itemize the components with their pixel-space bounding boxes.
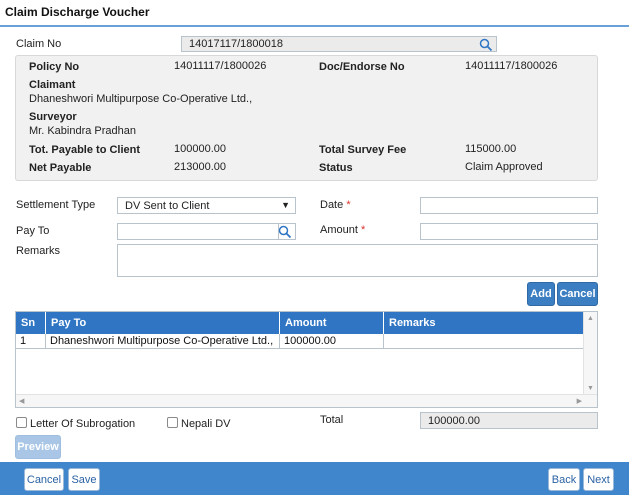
settlement-type-label: Settlement Type xyxy=(16,199,96,211)
claimant-value: Dhaneshwori Multipurpose Co-Operative Lt… xyxy=(29,93,253,105)
surveyor-label: Surveyor xyxy=(29,111,77,123)
total-value: 100000.00 xyxy=(428,415,480,427)
save-button[interactable]: Save xyxy=(68,468,100,491)
scroll-left-icon[interactable]: ◀ xyxy=(19,397,24,405)
search-icon[interactable] xyxy=(479,38,493,52)
settlement-type-select[interactable]: DV Sent to Client ▼ xyxy=(117,197,296,214)
nepali-dv-label: Nepali DV xyxy=(181,418,231,430)
scroll-up-icon[interactable]: ▲ xyxy=(587,315,594,322)
doc-endorse-label: Doc/Endorse No xyxy=(319,61,405,73)
amount-required-mark: * xyxy=(360,224,366,236)
letter-of-subrogation-checkbox[interactable] xyxy=(16,417,27,428)
scroll-right-icon[interactable]: ▶ xyxy=(577,397,582,405)
pay-to-search-icon[interactable] xyxy=(278,225,292,239)
amount-input[interactable] xyxy=(420,223,598,240)
grid-header-amount[interactable]: Amount xyxy=(280,312,384,334)
settlement-type-value: DV Sent to Client xyxy=(125,200,210,212)
cancel-entry-button[interactable]: Cancel xyxy=(557,282,598,306)
grid-header-pay-to[interactable]: Pay To xyxy=(46,312,280,334)
tot-payable-label: Tot. Payable to Client xyxy=(29,144,141,156)
grid-cell-sn[interactable]: 1 xyxy=(16,334,46,349)
total-survey-fee-label: Total Survey Fee xyxy=(319,144,407,156)
amount-label-text: Amount xyxy=(320,224,358,236)
grid-header-remarks[interactable]: Remarks xyxy=(384,312,585,334)
total-survey-fee-value: 115000.00 xyxy=(465,143,517,155)
grid-header-sn[interactable]: Sn xyxy=(16,312,46,334)
policy-no-value: 14011117/1800026 xyxy=(174,60,267,72)
date-input[interactable] xyxy=(420,197,598,214)
scroll-down-icon[interactable]: ▼ xyxy=(587,385,594,392)
grid-horizontal-scrollbar[interactable]: ◀ ▶ xyxy=(16,394,597,407)
date-required-mark: * xyxy=(346,199,351,211)
status-value: Claim Approved xyxy=(465,161,543,173)
date-label-text: Date xyxy=(320,199,344,211)
remarks-textarea[interactable] xyxy=(117,244,598,277)
nepali-dv-checkbox[interactable] xyxy=(167,417,178,428)
total-label: Total xyxy=(320,414,344,426)
date-label: Date * xyxy=(320,199,351,211)
preview-button[interactable]: Preview xyxy=(15,435,61,459)
surveyor-value: Mr. Kabindra Pradhan xyxy=(29,125,137,137)
add-button[interactable]: Add xyxy=(527,282,555,306)
pay-to-label: Pay To xyxy=(16,225,50,237)
grid-cell-remarks[interactable] xyxy=(384,334,585,349)
footer-cancel-button[interactable]: Cancel xyxy=(24,468,64,491)
remarks-label: Remarks xyxy=(16,245,61,257)
pay-to-input[interactable] xyxy=(117,223,296,240)
doc-endorse-value: 14011117/1800026 xyxy=(465,60,558,72)
claim-no-field[interactable]: 14017117/1800018 xyxy=(181,36,497,52)
tot-payable-value: 100000.00 xyxy=(174,143,226,155)
claim-no-label: Claim No xyxy=(16,38,62,50)
payee-grid: Sn Pay To Amount Remarks 1 Dhaneshwori M… xyxy=(15,311,598,408)
grid-cell-pay-to[interactable]: Dhaneshwori Multipurpose Co-Operative Lt… xyxy=(46,334,280,349)
net-payable-label: Net Payable xyxy=(29,162,92,174)
triangle-down-icon: ▼ xyxy=(281,200,290,210)
grid-vertical-scrollbar[interactable]: ▲ ▼ xyxy=(583,312,597,395)
letter-of-subrogation-label: Letter Of Subrogation xyxy=(30,418,136,430)
grid-cell-amount[interactable]: 100000.00 xyxy=(280,334,384,349)
claimant-label: Claimant xyxy=(29,79,76,91)
status-label: Status xyxy=(319,162,353,174)
back-button[interactable]: Back xyxy=(548,468,580,491)
net-payable-value: 213000.00 xyxy=(174,161,226,173)
claim-no-value: 14017117/1800018 xyxy=(189,38,284,50)
title-divider xyxy=(0,25,629,27)
page-title: Claim Discharge Voucher xyxy=(5,5,150,19)
policy-no-label: Policy No xyxy=(29,61,80,73)
total-field: 100000.00 xyxy=(420,412,598,429)
amount-label: Amount * xyxy=(320,224,365,236)
next-button[interactable]: Next xyxy=(583,468,614,491)
